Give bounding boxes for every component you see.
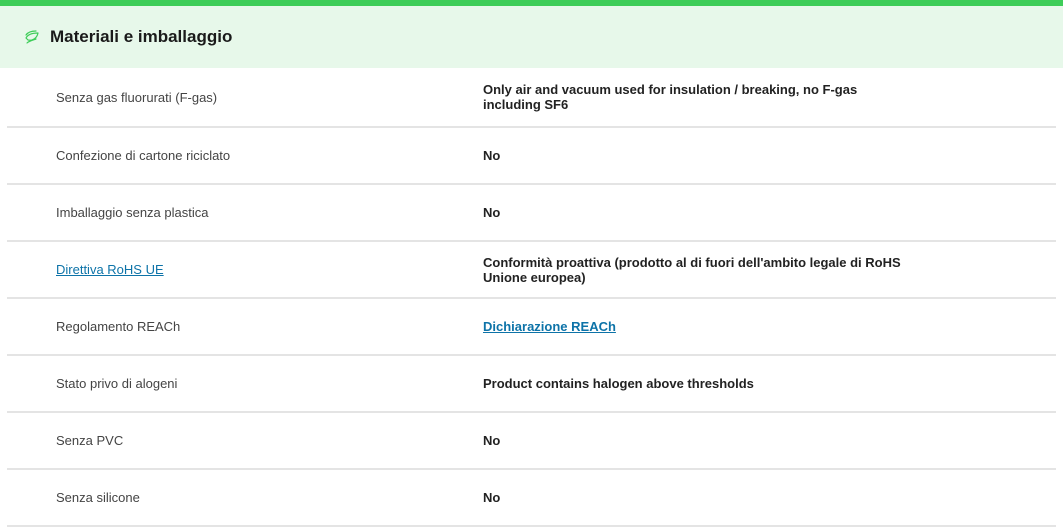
- section-header[interactable]: Materiali e imballaggio: [0, 6, 1063, 68]
- row-value: Product contains halogen above threshold…: [483, 376, 754, 391]
- table-row-silicone: Senza silicone No: [7, 470, 1056, 527]
- row-label: Regolamento REACh: [56, 319, 181, 334]
- row-value-reach: Dichiarazione REACh: [483, 319, 913, 334]
- table-row-reach: Regolamento REACh Dichiarazione REACh: [7, 299, 1056, 356]
- row-value: No: [483, 433, 501, 448]
- section-title: Materiali e imballaggio: [50, 27, 233, 46]
- table-row-plastic-free: Imballaggio senza plastica No: [7, 185, 1056, 242]
- row-value: Conformità proattiva (prodotto al di fuo…: [483, 254, 901, 285]
- reach-declaration-link[interactable]: Dichiarazione REACh: [483, 319, 616, 334]
- table-row-halogen: Stato privo di alogeni Product contains …: [7, 356, 1056, 413]
- table-row-recycled-packaging: Confezione di cartone riciclato No: [7, 128, 1056, 185]
- table-row-fgas: Senza gas fluorurati (F-gas) Only air an…: [7, 68, 1056, 128]
- table-row-rohs: Direttiva RoHS UE Conformità proattiva (…: [7, 242, 1056, 299]
- row-label: Senza gas fluorurati (F-gas): [56, 89, 218, 105]
- row-label: Imballaggio senza plastica: [56, 205, 209, 220]
- row-value: No: [483, 205, 501, 220]
- row-label: Stato privo di alogeni: [56, 376, 178, 391]
- row-value: Only air and vacuum used for insulation …: [483, 82, 858, 112]
- row-value: No: [483, 490, 501, 505]
- rohs-directive-link[interactable]: Direttiva RoHS UE: [56, 262, 164, 277]
- row-label: Senza silicone: [56, 490, 140, 505]
- row-label: Senza PVC: [56, 433, 124, 448]
- row-label-rohs: Direttiva RoHS UE: [7, 262, 483, 277]
- row-label: Confezione di cartone riciclato: [56, 148, 231, 163]
- attributes-table: Senza gas fluorurati (F-gas) Only air an…: [7, 68, 1056, 527]
- row-value: No: [483, 148, 501, 163]
- table-row-pvc: Senza PVC No: [7, 413, 1056, 470]
- leaf-icon: [24, 29, 40, 45]
